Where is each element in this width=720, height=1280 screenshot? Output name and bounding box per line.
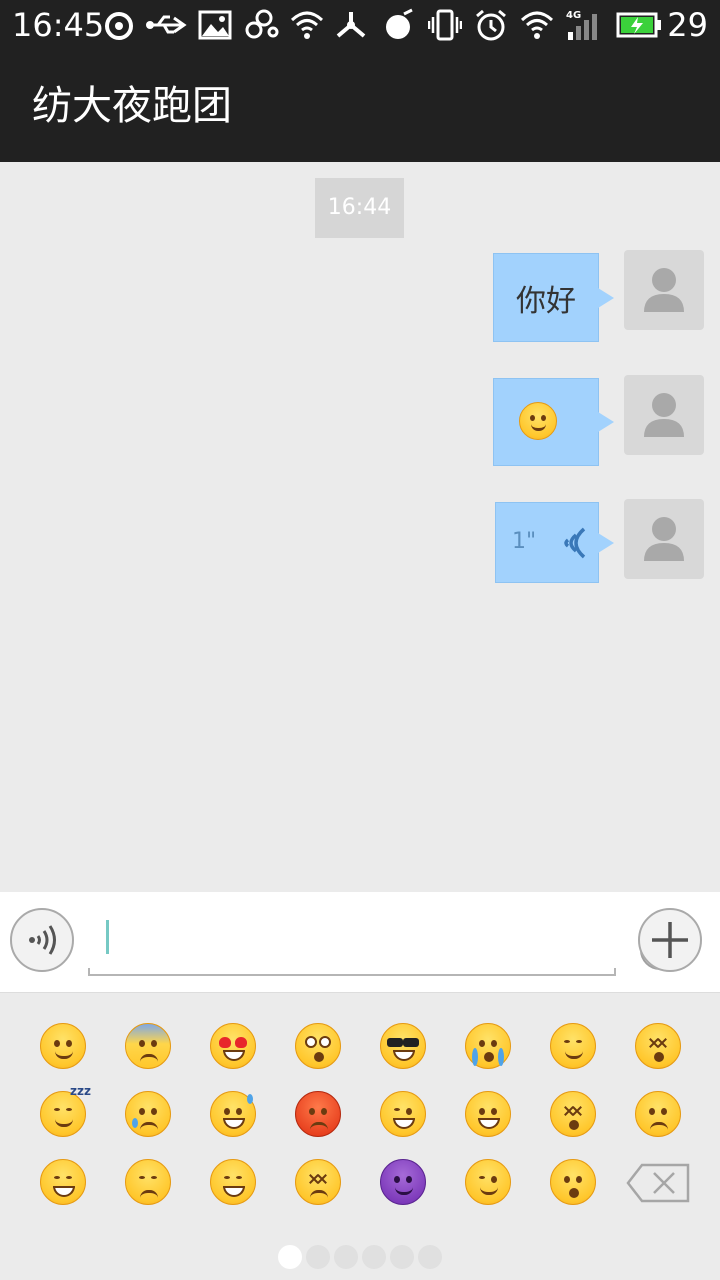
message-bubble-text[interactable]: 你好 — [493, 253, 614, 342]
alarm-icon — [476, 9, 506, 41]
plus-icon — [652, 922, 688, 958]
sweat-smile-emoji-icon[interactable] — [210, 1091, 256, 1137]
wifi-icon — [520, 11, 554, 39]
voice-button[interactable] — [10, 908, 74, 972]
message-input[interactable] — [104, 918, 544, 958]
input-underline — [88, 968, 616, 976]
voice-icon — [29, 925, 56, 955]
message-text: 你好 — [516, 283, 576, 319]
sleeping-emoji-icon[interactable]: zzz — [40, 1084, 91, 1137]
delete-button[interactable] — [626, 1163, 690, 1203]
smile-emoji-icon — [519, 402, 557, 440]
grin-emoji-icon[interactable] — [465, 1091, 511, 1137]
sunglasses-emoji-icon[interactable] — [380, 1023, 426, 1069]
person-icon — [644, 517, 684, 561]
message-input-field[interactable] — [88, 906, 680, 976]
status-bar: 16:45 4G 29 — [0, 0, 720, 50]
flushed-emoji-icon[interactable] — [295, 1023, 341, 1069]
voice-wave-icon — [564, 527, 586, 559]
heart-eyes-emoji-icon[interactable] — [210, 1023, 256, 1069]
link-icon — [245, 9, 279, 39]
signal-icon: 4G — [566, 10, 597, 40]
image-icon — [198, 10, 232, 40]
wifi-icon — [290, 11, 324, 39]
page-dot[interactable] — [418, 1245, 442, 1269]
tongue-wink-emoji-icon[interactable] — [380, 1091, 426, 1137]
worried-emoji-icon[interactable] — [635, 1091, 681, 1137]
page-dot-active[interactable] — [278, 1245, 302, 1269]
emoji-panel: zzz — [0, 992, 720, 1280]
netease-music-icon — [105, 12, 133, 40]
add-button[interactable] — [638, 908, 702, 972]
relieved-emoji-icon[interactable] — [550, 1023, 596, 1069]
person-icon — [644, 393, 684, 437]
message-bubble-voice[interactable]: 1" — [495, 502, 614, 583]
vibrate-icon — [428, 9, 462, 41]
message-bubble-emoji[interactable] — [493, 378, 614, 466]
avatar[interactable] — [624, 499, 704, 579]
astonished-emoji-icon[interactable] — [550, 1091, 596, 1137]
page-dot[interactable] — [390, 1245, 414, 1269]
wink-emoji-icon[interactable] — [465, 1159, 511, 1205]
battery-charging-icon — [616, 12, 661, 38]
usb-icon — [146, 15, 187, 34]
battery-percent: 29 — [667, 6, 708, 44]
triumph-emoji-icon[interactable] — [40, 1159, 86, 1205]
chat-area[interactable]: 16:44 你好 1" — [0, 162, 720, 892]
app-bar: 纺大夜跑团 — [0, 50, 720, 162]
message-timestamp: 16:44 — [315, 178, 404, 238]
page-dot[interactable] — [334, 1245, 358, 1269]
page-dot[interactable] — [306, 1245, 330, 1269]
avatar[interactable] — [624, 375, 704, 455]
confounded-emoji-icon[interactable] — [295, 1159, 341, 1205]
voice-duration: 1" — [512, 529, 537, 554]
cry-emoji-icon[interactable] — [125, 1091, 171, 1137]
input-bar — [0, 892, 720, 992]
sob-emoji-icon[interactable] — [465, 1023, 511, 1069]
dizzy-emoji-icon[interactable] — [635, 1023, 681, 1069]
avatar[interactable] — [624, 250, 704, 330]
status-time: 16:45 — [12, 6, 105, 44]
share-icon — [336, 12, 366, 38]
page-dot[interactable] — [362, 1245, 386, 1269]
network-label: 4G — [566, 10, 581, 21]
angry-emoji-icon[interactable] — [295, 1091, 341, 1137]
chat-title: 纺大夜跑团 — [32, 83, 232, 129]
fearful-emoji-icon[interactable] — [125, 1023, 171, 1069]
tired-emoji-icon[interactable] — [210, 1159, 256, 1205]
hushed-emoji-icon[interactable] — [550, 1159, 596, 1205]
music-icon — [386, 8, 413, 39]
disappointed-emoji-icon[interactable] — [125, 1159, 171, 1205]
smile-emoji-icon[interactable] — [40, 1023, 86, 1069]
devil-emoji-icon[interactable] — [380, 1159, 426, 1205]
person-icon — [644, 268, 684, 312]
